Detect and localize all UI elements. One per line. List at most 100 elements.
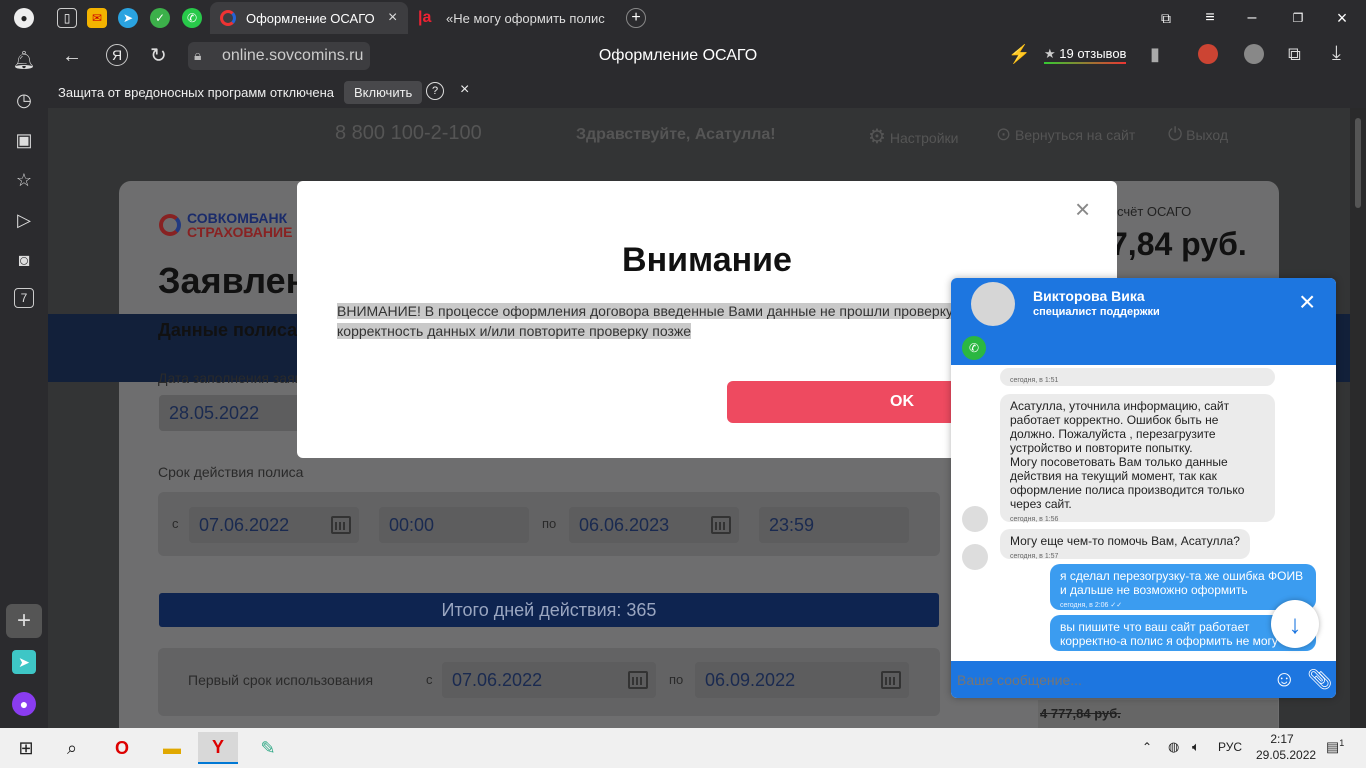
attach-icon[interactable]: 📎︎ (1307, 667, 1332, 692)
help-icon[interactable]: ? (426, 82, 444, 100)
emoji-icon[interactable]: ☺ (1273, 666, 1295, 692)
first-from-value: 07.06.2022 (452, 669, 543, 690)
bookmark-icon[interactable]: ▮ (1150, 44, 1160, 65)
start-date-field[interactable]: 07.06.2022 (189, 507, 359, 543)
chat-message: Асатулла, уточнила информацию, сайт рабо… (1000, 394, 1275, 523)
first-to-value: 06.09.2022 (705, 669, 796, 690)
end-date-field[interactable]: 06.06.2023 (569, 507, 739, 543)
minimize-icon[interactable]: – (1242, 8, 1262, 28)
modal-close-icon[interactable]: × (1075, 196, 1095, 222)
chat-message-input[interactable] (957, 667, 1257, 693)
tab-question[interactable]: |a «Не могу оформить полис (410, 2, 608, 34)
clock-time: 2:17 (1270, 732, 1294, 746)
back-icon[interactable]: ← (62, 45, 82, 68)
file-explorer-icon[interactable]: ▬ (152, 732, 192, 764)
collections-icon[interactable]: ▣ (12, 128, 36, 152)
message-time: сегодня, в 1:56 (1010, 516, 1059, 523)
volume-icon[interactable]: 🔈︎ (1192, 739, 1200, 755)
whatsapp-icon[interactable]: ✆ (182, 8, 202, 28)
chat-close-icon[interactable]: × (1299, 288, 1315, 316)
windows-taskbar: ⊞ ⌕ O ▬ Y ✎ ⌃ ◍ 🔈︎ РУС 2:17 29.05.2022 ▤1 (0, 728, 1366, 768)
no-extension-icon[interactable]: ⚡ (1008, 44, 1030, 65)
agent-avatar (971, 282, 1015, 326)
message-time-value: сегодня, в 2:06 (1060, 602, 1109, 609)
paint-icon[interactable]: ✎ (248, 732, 288, 764)
opera-icon[interactable]: O (102, 732, 142, 764)
telegram-icon[interactable]: ➤ (118, 8, 138, 28)
scrollbar-thumb[interactable] (1355, 118, 1361, 208)
old-price: 4 777,84 руб. (1040, 706, 1121, 721)
close-tab-icon[interactable]: × (388, 9, 397, 27)
reviews-link[interactable]: ★ 19 отзывов (1044, 46, 1127, 64)
globe-icon[interactable] (1244, 44, 1264, 64)
star-icon[interactable]: ☆ (12, 168, 36, 192)
windows-start-icon[interactable]: ⊞ (6, 732, 46, 764)
tab-collections-icon[interactable]: ⧉ (1156, 8, 1176, 28)
first-from-field[interactable]: 07.06.2022 (442, 662, 656, 698)
yandex-icon[interactable]: Я (106, 44, 128, 66)
mail-icon[interactable]: ✉ (87, 8, 107, 28)
enable-protection-button[interactable]: Включить (344, 81, 423, 104)
agent-role: специалист поддержки (1033, 306, 1160, 318)
extension-icon[interactable] (1198, 44, 1218, 64)
lock-icon: 🔒︎ (194, 47, 202, 63)
agent-avatar (962, 544, 988, 570)
security-bar: Защита от вредоносных программ отключена… (48, 76, 1366, 108)
modal-message: ВНИМАНИЕ! В процессе оформления договора… (337, 301, 977, 341)
check-icon[interactable]: ✓ (150, 8, 170, 28)
sidebar-toggle-icon[interactable]: ⧉ (1288, 44, 1301, 65)
menu-icon[interactable]: ≡ (1200, 8, 1220, 28)
yandex-browser-icon[interactable]: Y (198, 732, 238, 764)
downloads-icon[interactable]: ⤓ (1332, 42, 1341, 65)
first-to-field[interactable]: 06.09.2022 (695, 662, 909, 698)
back-to-site-link[interactable]: ⊙ Вернуться на сайт (996, 124, 1135, 145)
message-line1: ВНИМАНИЕ! В процессе оформления договора… (337, 303, 953, 319)
message-text: я сделал перезогрузку-та же ошибка ФОИВ … (1060, 569, 1304, 597)
search-icon[interactable]: ⌕ (52, 732, 92, 764)
calendar-icon[interactable] (711, 516, 731, 534)
clock[interactable]: 2:17 29.05.2022 (1256, 731, 1316, 763)
messenger-icon[interactable]: ➤ (12, 650, 36, 674)
page-scrollbar[interactable] (1350, 108, 1366, 728)
close-window-icon[interactable]: × (1332, 8, 1352, 28)
close-notice-icon[interactable]: × (460, 81, 469, 99)
tab-osago[interactable]: Оформление ОСАГО × (210, 2, 408, 34)
scroll-down-icon[interactable]: ↓ (1271, 600, 1319, 648)
alice-icon[interactable]: ● (12, 692, 36, 716)
language-indicator[interactable]: РУС (1218, 740, 1242, 754)
logo-line2: СТРАХОВАНИЕ (187, 224, 293, 240)
screenshot-icon[interactable]: ◙ (12, 248, 36, 272)
add-panel-icon[interactable]: + (6, 604, 42, 638)
tray-chevron-icon[interactable]: ⌃ (1142, 740, 1152, 754)
url-text: online.sovcomins.ru (222, 47, 364, 64)
settings-link[interactable]: ⚙ Настройки (868, 124, 958, 149)
restore-icon[interactable]: ❐ (1288, 8, 1308, 28)
url-field[interactable]: 🔒︎ online.sovcomins.ru (188, 42, 370, 70)
start-time-field[interactable]: 00:00 (379, 507, 529, 543)
network-icon[interactable]: ◍ (1168, 739, 1179, 755)
fill-date-label: Дата заполнения заяв (158, 370, 303, 386)
notification-icon[interactable]: ▤1 (1326, 738, 1344, 756)
profile-avatar-icon[interactable]: ● (14, 8, 34, 28)
bell-icon[interactable]: 🔔︎ (12, 48, 36, 72)
calendar-icon[interactable] (881, 671, 901, 689)
calendar-icon[interactable] (331, 516, 351, 534)
play-icon[interactable]: ▷ (12, 208, 36, 232)
chat-message: Могу еще чем-то помочь Вам, Асатулла? сег… (1000, 529, 1250, 560)
user-message: я сделал перезогрузку-та же ошибка ФОИВ … (1050, 564, 1316, 610)
fill-date-field[interactable]: 28.05.2022 (159, 395, 309, 431)
calendar-icon[interactable]: 7 (14, 288, 34, 308)
logout-link[interactable]: ⏻ Выход (1168, 124, 1228, 145)
settings-label: Настройки (889, 130, 959, 146)
end-time-field[interactable]: 23:59 (759, 507, 909, 543)
whatsapp-icon[interactable]: ✆ (962, 336, 986, 360)
history-icon[interactable]: ◷ (12, 88, 36, 112)
browser-sidebar: 🔔︎ ◷ ▣ ☆ ▷ ◙ 7 + ➤ ● (0, 36, 48, 728)
address-bar: ← Я ↻ 🔒︎ online.sovcomins.ru Оформление … (48, 36, 1366, 76)
answers-favicon-icon: |a (418, 9, 432, 26)
phone-number[interactable]: 8 800 100-2-100 (335, 122, 482, 145)
page-icon[interactable]: ▯ (57, 8, 77, 28)
reload-icon[interactable]: ↻ (150, 43, 167, 68)
calendar-icon[interactable] (628, 671, 648, 689)
new-tab-icon[interactable]: + (626, 8, 646, 28)
